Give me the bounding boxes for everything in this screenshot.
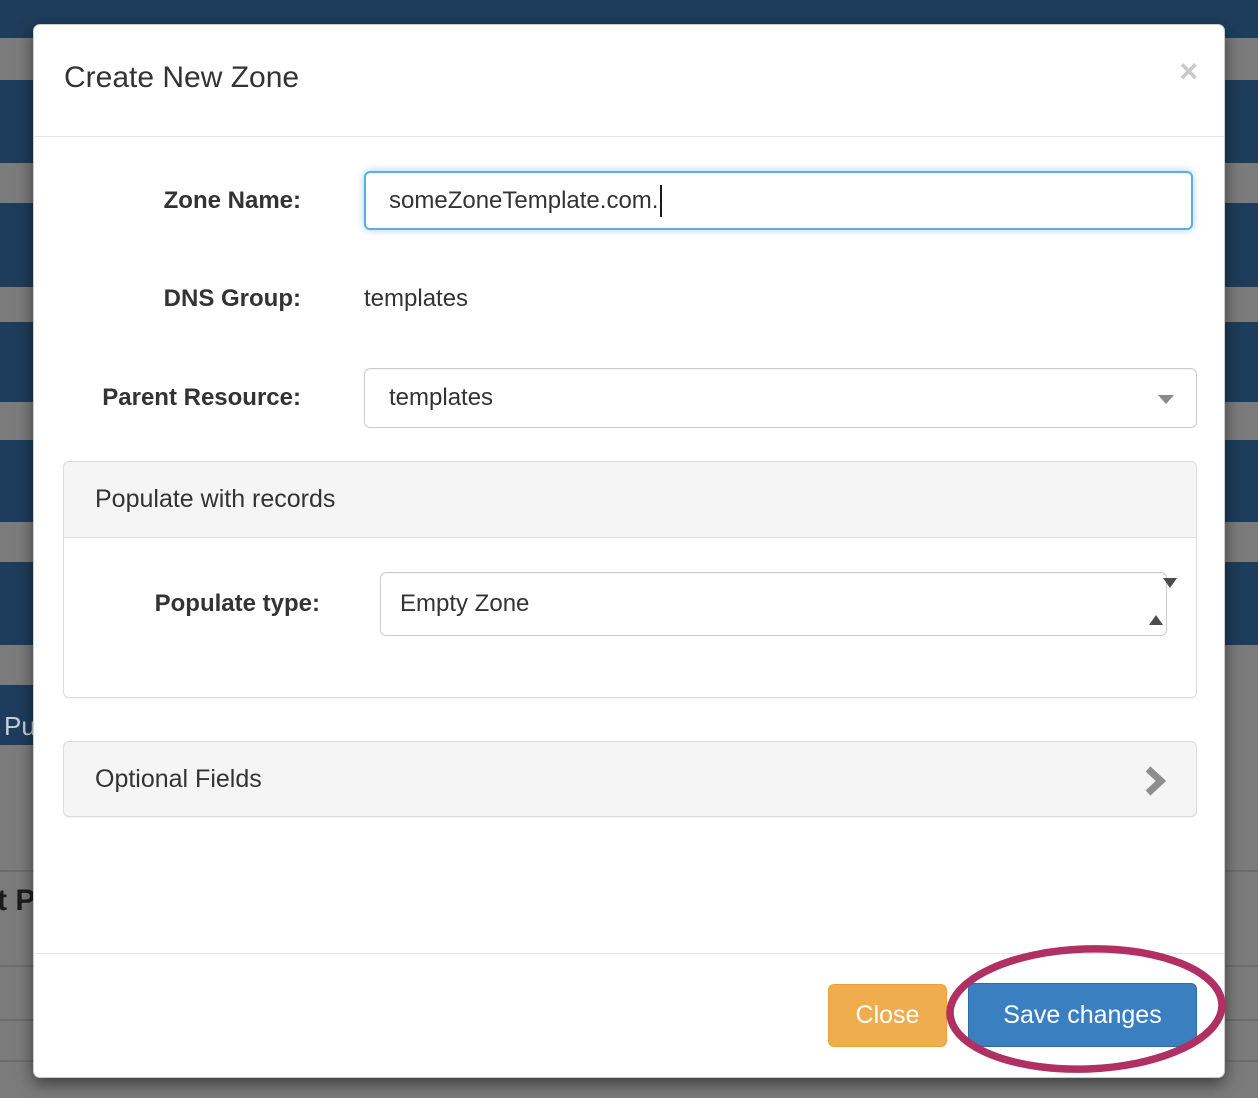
save-changes-button[interactable]: Save changes [968, 983, 1197, 1047]
populate-type-select[interactable]: Empty Zone [380, 572, 1167, 636]
close-button[interactable]: Close [828, 984, 947, 1047]
parent-resource-label: Parent Resource: [64, 368, 301, 428]
dialog-title: Create New Zone [64, 61, 299, 95]
chevron-down-icon [1158, 395, 1174, 404]
text-cursor [660, 185, 662, 217]
background-partial-heading: t P [0, 884, 35, 918]
populate-type-label: Populate type: [94, 572, 320, 636]
populate-panel: Populate with records Populate type: Emp… [63, 461, 1197, 698]
background-partial-button-label: Pu [0, 713, 36, 745]
dns-group-label: DNS Group: [64, 275, 301, 323]
populate-type-value: Empty Zone [400, 590, 529, 618]
zone-name-label: Zone Name: [64, 171, 301, 230]
parent-resource-value: templates [389, 384, 493, 412]
populate-panel-title: Populate with records [64, 462, 1196, 538]
header-divider [34, 136, 1224, 137]
chevron-right-icon [1144, 766, 1166, 803]
close-icon[interactable]: × [1179, 55, 1198, 87]
optional-fields-label: Optional Fields [95, 765, 262, 794]
parent-resource-select[interactable]: templates [364, 368, 1197, 428]
zone-name-input[interactable]: someZoneTemplate.com. [364, 171, 1193, 230]
zone-name-value: someZoneTemplate.com. [389, 187, 658, 215]
dns-group-value: templates [364, 275, 468, 323]
screen: Pu t P Create New Zone × Zone Name: some… [0, 0, 1258, 1098]
optional-fields-toggle[interactable]: Optional Fields [63, 741, 1197, 817]
footer-divider [34, 953, 1224, 954]
create-new-zone-dialog: Create New Zone × Zone Name: someZoneTem… [33, 24, 1225, 1078]
